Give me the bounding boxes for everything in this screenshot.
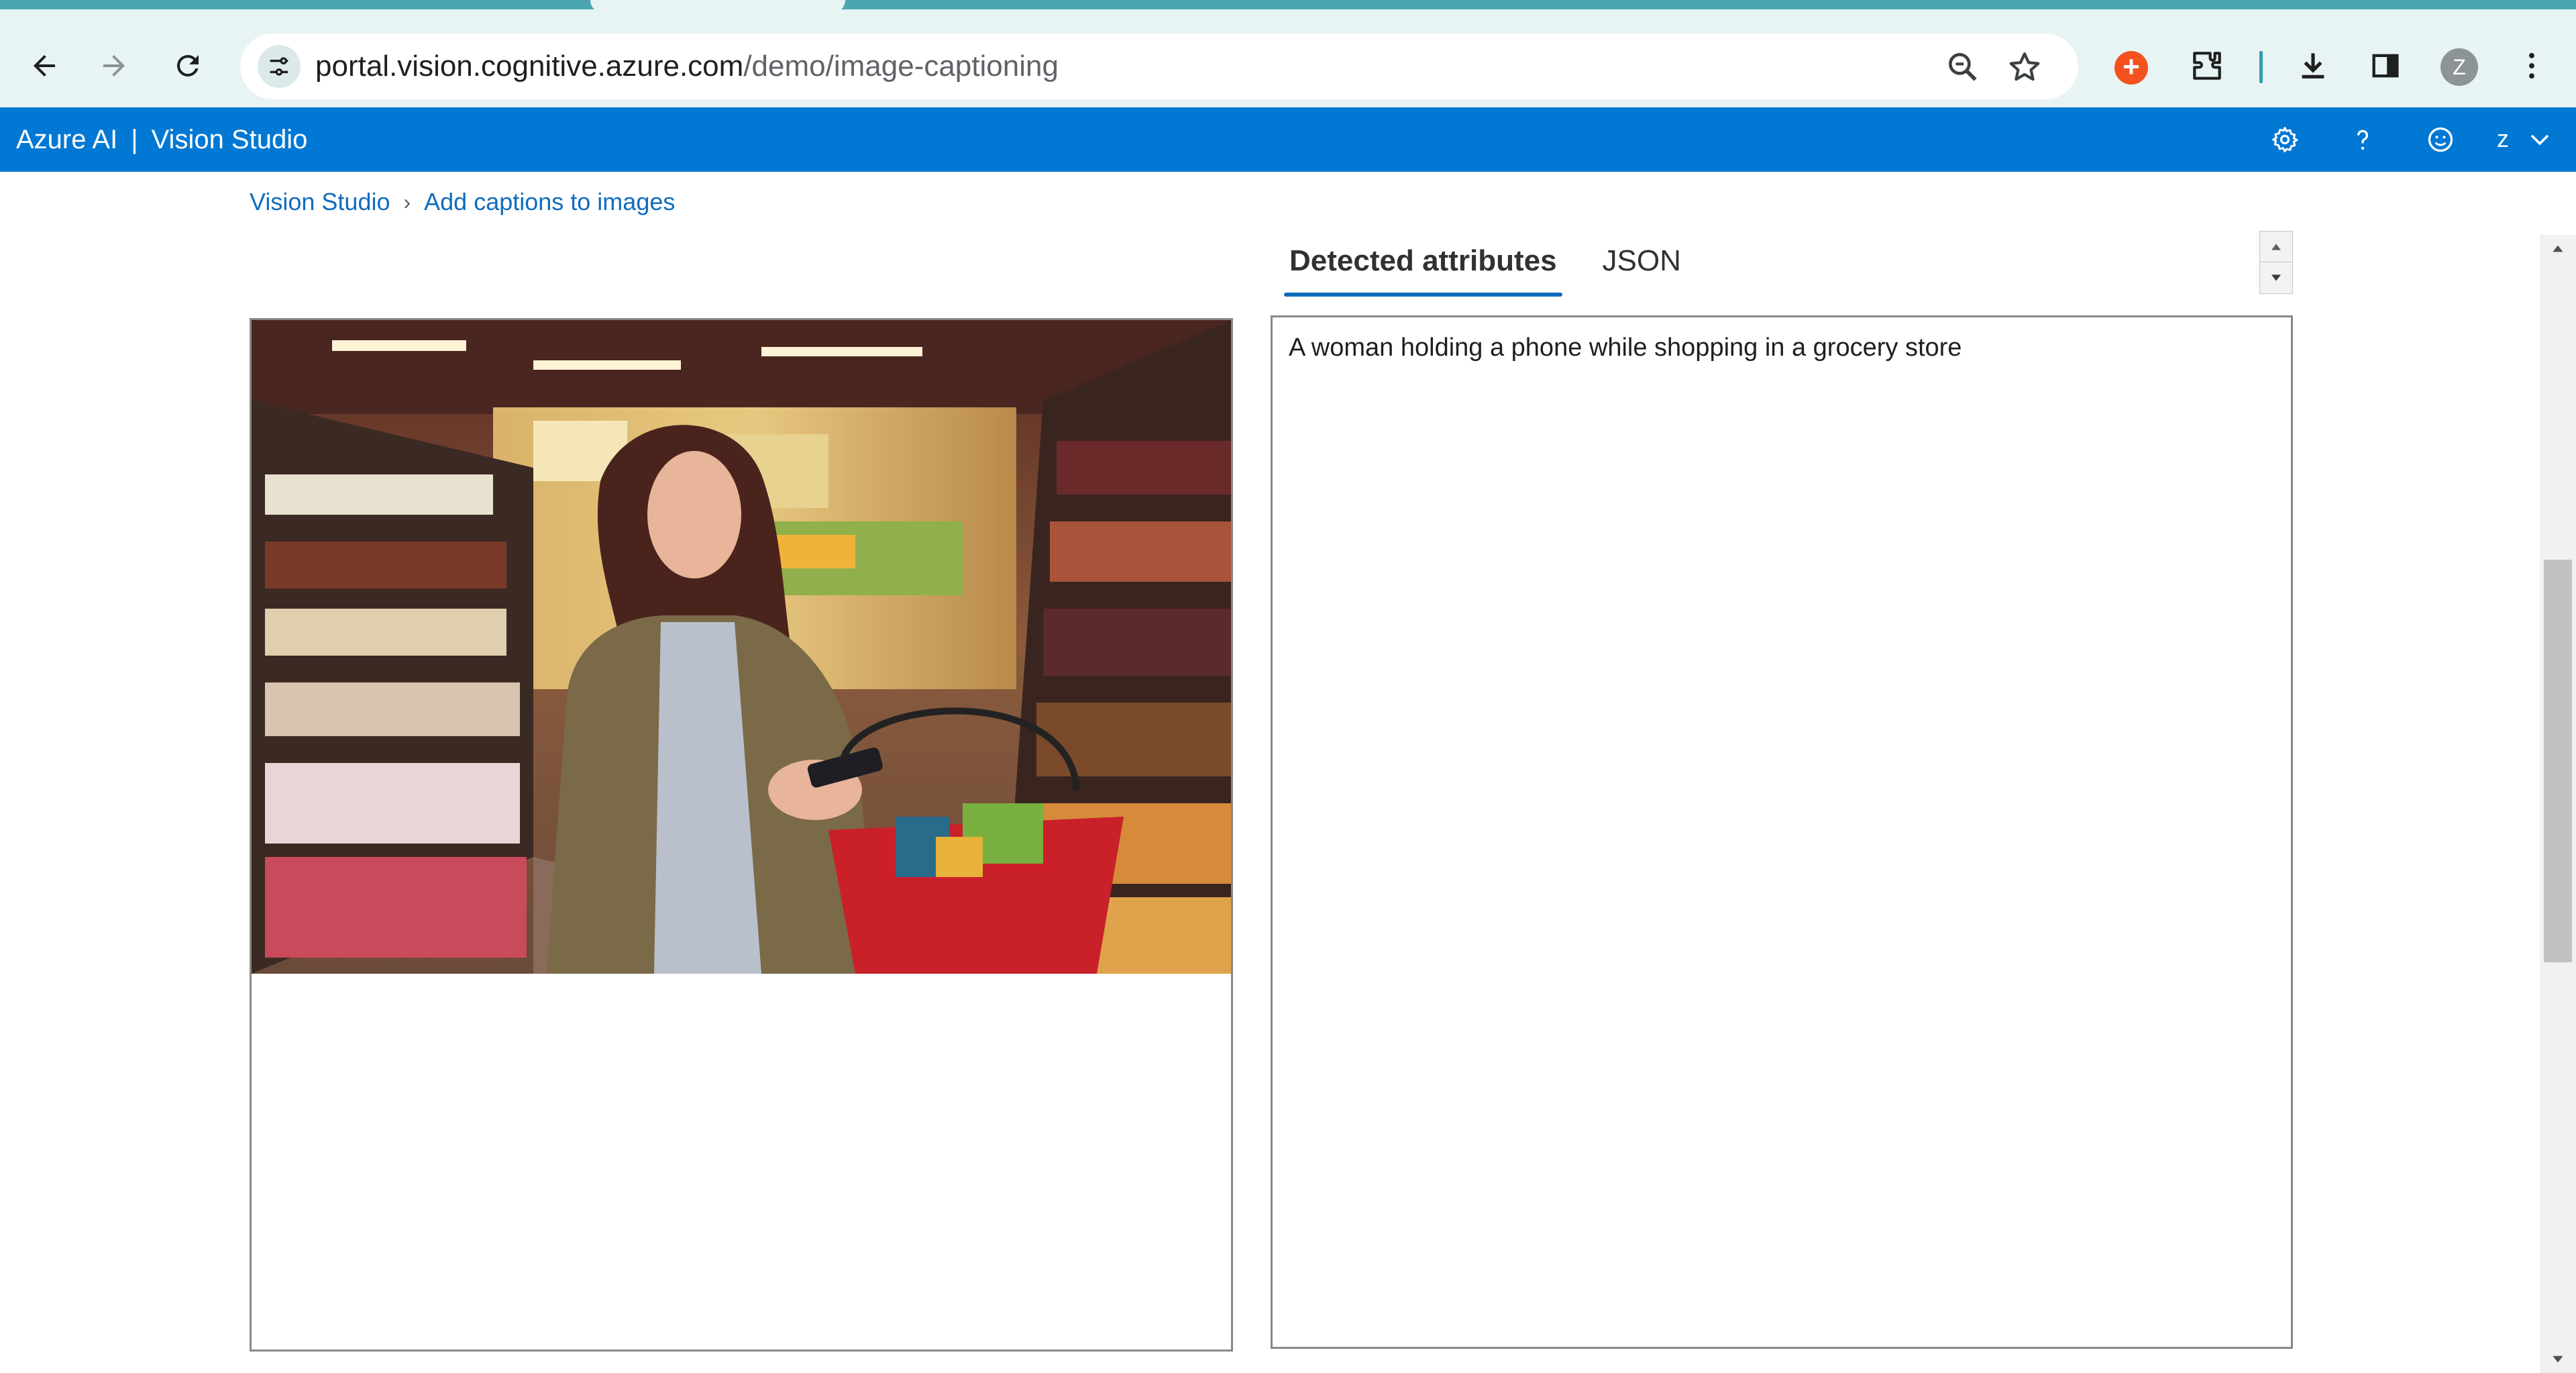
triangle-up-icon bbox=[2271, 243, 2281, 250]
breadcrumb-link-vision-studio[interactable]: Vision Studio bbox=[250, 188, 390, 216]
browser-toolbar: portal.vision.cognitive.azure.com/demo/i… bbox=[0, 9, 2576, 107]
puzzle-icon bbox=[2193, 52, 2221, 80]
url-text: portal.vision.cognitive.azure.com/demo/i… bbox=[315, 50, 1059, 83]
back-icon bbox=[34, 55, 55, 77]
site-info-icon[interactable] bbox=[258, 45, 301, 88]
reload-button[interactable] bbox=[161, 39, 215, 93]
chevron-right-icon: › bbox=[403, 189, 411, 214]
help-icon bbox=[2357, 130, 2368, 150]
triangle-up-icon bbox=[2553, 245, 2563, 252]
brand-separator: | bbox=[131, 125, 138, 154]
triangle-down-icon bbox=[2553, 1356, 2563, 1363]
bookmark-star-icon[interactable] bbox=[2006, 48, 2043, 86]
app-brand[interactable]: Azure AI | Vision Studio bbox=[16, 125, 307, 155]
help-button[interactable] bbox=[2345, 122, 2380, 157]
tabs-spin-scroller bbox=[2259, 231, 2293, 294]
browser-menu-button[interactable] bbox=[2510, 44, 2553, 87]
url-path: /demo/image-captioning bbox=[743, 50, 1059, 83]
scrollbar-thumb[interactable] bbox=[2544, 560, 2572, 962]
toolbar-divider bbox=[2259, 51, 2263, 83]
extension-icon[interactable]: + bbox=[2114, 51, 2148, 85]
download-button[interactable] bbox=[2292, 44, 2334, 87]
scrollbar-down-arrow[interactable] bbox=[2546, 1347, 2569, 1370]
reload-icon bbox=[176, 54, 199, 77]
side-panel-icon bbox=[2372, 54, 2399, 78]
download-icon bbox=[2302, 53, 2324, 79]
url-host: portal.vision.cognitive.azure.com bbox=[315, 50, 744, 83]
detected-attributes-panel[interactable]: A woman holding a phone while shopping i… bbox=[1271, 315, 2293, 1349]
forward-icon bbox=[103, 55, 125, 77]
tab-detected-attributes[interactable]: Detected attributes bbox=[1284, 235, 1562, 299]
caption-text: A woman holding a phone while shopping i… bbox=[1289, 334, 1962, 362]
menu-icon bbox=[2529, 52, 2534, 79]
scrollbar-up-arrow[interactable] bbox=[2546, 238, 2569, 260]
scroll-down-button[interactable] bbox=[2260, 262, 2292, 293]
feedback-icon bbox=[2428, 127, 2453, 152]
triangle-down-icon bbox=[2271, 274, 2281, 281]
forward-button[interactable] bbox=[87, 39, 141, 93]
back-button[interactable] bbox=[17, 39, 71, 93]
result-tabs: Detected attributes JSON bbox=[1284, 235, 1721, 299]
scroll-up-button[interactable] bbox=[2260, 232, 2292, 262]
chevron-down-icon[interactable] bbox=[2524, 123, 2556, 156]
product-name: Vision Studio bbox=[151, 125, 308, 154]
grocery-store-photo bbox=[252, 320, 1231, 974]
app-header: Azure AI | Vision Studio z bbox=[0, 107, 2576, 172]
side-panel-button[interactable] bbox=[2364, 44, 2407, 87]
image-preview-panel bbox=[250, 318, 1233, 1352]
tab-json[interactable]: JSON bbox=[1597, 235, 1686, 299]
breadcrumb: Vision Studio › Add captions to images bbox=[250, 188, 675, 216]
brand-name: Azure AI bbox=[16, 125, 118, 154]
gear-icon bbox=[2272, 127, 2298, 152]
extensions-button[interactable] bbox=[2186, 44, 2229, 87]
feedback-button[interactable] bbox=[2423, 122, 2458, 157]
settings-button[interactable] bbox=[2267, 122, 2302, 157]
breadcrumb-current[interactable]: Add captions to images bbox=[424, 188, 675, 216]
profile-avatar[interactable]: Z bbox=[2440, 48, 2478, 86]
zoom-icon[interactable] bbox=[1944, 48, 1982, 86]
user-initial[interactable]: z bbox=[2497, 125, 2509, 153]
address-bar[interactable]: portal.vision.cognitive.azure.com/demo/i… bbox=[240, 34, 2078, 99]
page-scrollbar[interactable] bbox=[2540, 235, 2576, 1373]
